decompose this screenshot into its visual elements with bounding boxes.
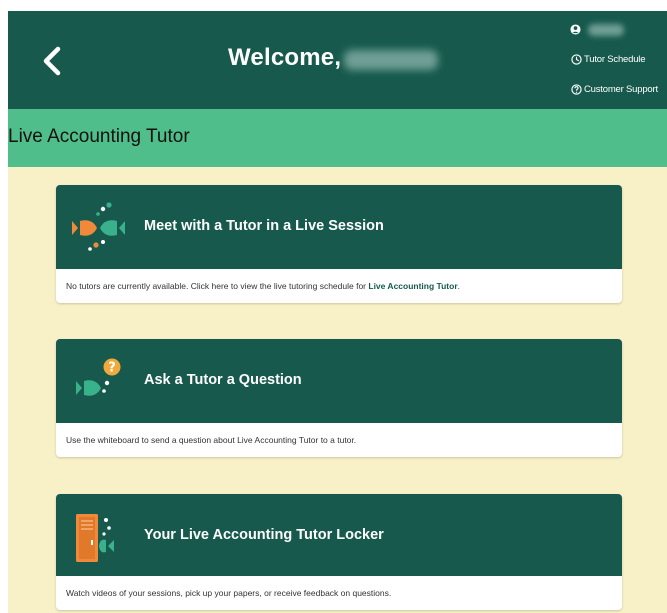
- card-title: Your Live Accounting Tutor Locker: [144, 527, 384, 543]
- live-session-card[interactable]: Meet with a Tutor in a Live Session No t…: [56, 185, 622, 303]
- welcome-heading: Welcome,: [228, 44, 342, 71]
- chevron-left-icon: [43, 46, 61, 76]
- main-content: Meet with a Tutor in a Live Session No t…: [8, 167, 667, 613]
- locker-icon: [76, 514, 114, 562]
- card-description: Use the whiteboard to send a question ab…: [66, 435, 357, 445]
- svg-text:?: ?: [108, 361, 116, 376]
- customer-support-link[interactable]: Customer Support: [571, 84, 658, 95]
- tutor-schedule-label: Tutor Schedule: [584, 54, 646, 65]
- fish-session-icon: [72, 202, 125, 251]
- page-title-band: Live Accounting Tutor: [8, 109, 667, 167]
- back-button[interactable]: [34, 41, 74, 81]
- card-header: ? Ask a Tutor a Question: [56, 339, 622, 423]
- card-title: Meet with a Tutor in a Live Session: [144, 218, 384, 234]
- card-title: Ask a Tutor a Question: [144, 372, 302, 388]
- customer-support-label: Customer Support: [584, 84, 658, 95]
- card-description: Watch videos of your sessions, pick up y…: [66, 588, 392, 598]
- card-description: No tutors are currently available. Click…: [56, 269, 622, 303]
- card-header: Your Live Accounting Tutor Locker: [56, 494, 622, 576]
- card-description-text: No tutors are currently available. Click…: [66, 281, 369, 291]
- welcome-username-redacted: [344, 50, 438, 70]
- user-icon[interactable]: [570, 24, 581, 35]
- user-name-redacted[interactable]: [588, 24, 624, 36]
- ask-question-card[interactable]: ? Ask a Tutor a Question Use the whitebo…: [56, 339, 622, 457]
- app-header: Welcome, Tutor Schedule Customer Support: [8, 11, 667, 109]
- page-title: Live Accounting Tutor: [8, 126, 190, 147]
- schedule-link[interactable]: Live Accounting Tutor: [368, 281, 457, 291]
- fish-question-icon: ?: [76, 358, 121, 396]
- locker-card[interactable]: Your Live Accounting Tutor Locker Watch …: [56, 494, 622, 610]
- clock-icon: [571, 54, 582, 65]
- card-header: Meet with a Tutor in a Live Session: [56, 185, 622, 269]
- card-description-end: .: [457, 281, 460, 291]
- tutor-schedule-link[interactable]: Tutor Schedule: [571, 54, 645, 65]
- question-circle-icon: [571, 84, 582, 95]
